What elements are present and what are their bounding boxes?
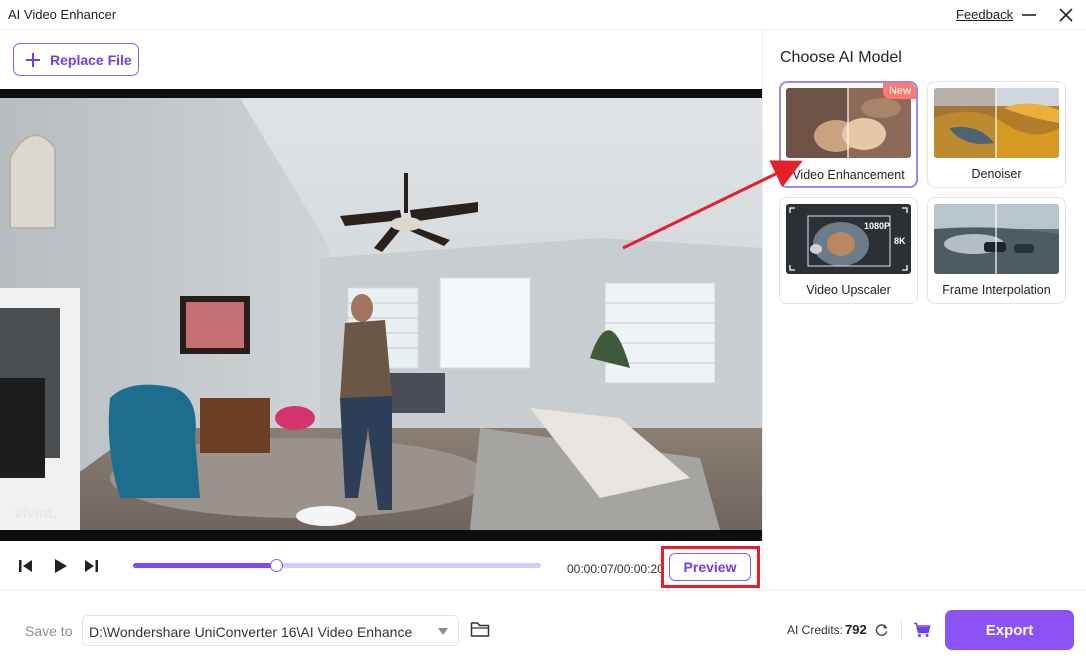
video-preview[interactable]: vivint. — [0, 89, 762, 541]
title-bar: AI Video Enhancer Feedback — [0, 0, 1086, 30]
model-card-denoiser[interactable]: Denoiser — [927, 81, 1066, 188]
plus-icon — [26, 52, 40, 67]
progress-handle[interactable] — [269, 559, 283, 572]
video-frame-image: vivint. — [0, 98, 762, 530]
refresh-icon[interactable] — [874, 622, 889, 637]
cart-icon[interactable] — [913, 622, 931, 638]
next-frame-icon[interactable] — [81, 556, 101, 576]
progress-fill — [133, 563, 276, 568]
minimize-icon[interactable] — [1020, 6, 1038, 24]
model-card-video-upscaler[interactable]: 1080P 8K Video Upscaler — [779, 197, 918, 304]
upscaler-tag-8k: 8K — [894, 236, 906, 246]
ai-credits-value: 792 — [845, 622, 867, 637]
preview-button[interactable]: Preview — [669, 553, 751, 581]
save-to-label: Save to — [25, 623, 73, 639]
play-icon[interactable] — [50, 556, 70, 576]
output-path-select[interactable]: D:\Wondershare UniConverter 16\AI Video … — [82, 615, 459, 646]
denoiser-thumbnail — [934, 88, 1059, 158]
replace-file-label: Replace File — [50, 51, 132, 68]
close-icon[interactable] — [1057, 6, 1075, 24]
model-label: Video Enhancement — [792, 168, 905, 182]
panel-title: Choose AI Model — [780, 49, 902, 66]
footer-separator — [901, 620, 902, 640]
panel-divider — [762, 30, 763, 590]
model-label: Frame Interpolation — [942, 283, 1051, 297]
ai-credits-label: AI Credits: — [787, 623, 844, 637]
upscaler-tag-1080p: 1080P — [864, 221, 890, 231]
video-watermark: vivint. — [14, 505, 57, 522]
dropdown-caret-icon — [438, 628, 448, 635]
time-display: 00:00:07/00:00:20 — [567, 562, 664, 576]
footer-divider — [0, 590, 1086, 591]
new-badge: New — [882, 83, 916, 99]
model-label: Denoiser — [971, 167, 1022, 181]
replace-file-button[interactable]: Replace File — [13, 43, 139, 76]
video-upscaler-thumbnail: 1080P 8K — [786, 204, 911, 274]
model-card-frame-interpolation[interactable]: Frame Interpolation — [927, 197, 1066, 304]
prev-frame-icon[interactable] — [16, 556, 36, 576]
feedback-link[interactable]: Feedback — [956, 7, 1013, 22]
frame-interpolation-thumbnail — [934, 204, 1059, 274]
output-path-text: D:\Wondershare UniConverter 16\AI Video … — [89, 624, 413, 640]
model-card-video-enhancement[interactable]: New Video Enhancement — [779, 81, 918, 188]
folder-icon[interactable] — [470, 620, 490, 638]
export-button[interactable]: Export — [945, 610, 1074, 650]
model-label: Video Upscaler — [806, 283, 891, 297]
progress-bar[interactable] — [133, 559, 541, 572]
app-title: AI Video Enhancer — [8, 7, 117, 22]
